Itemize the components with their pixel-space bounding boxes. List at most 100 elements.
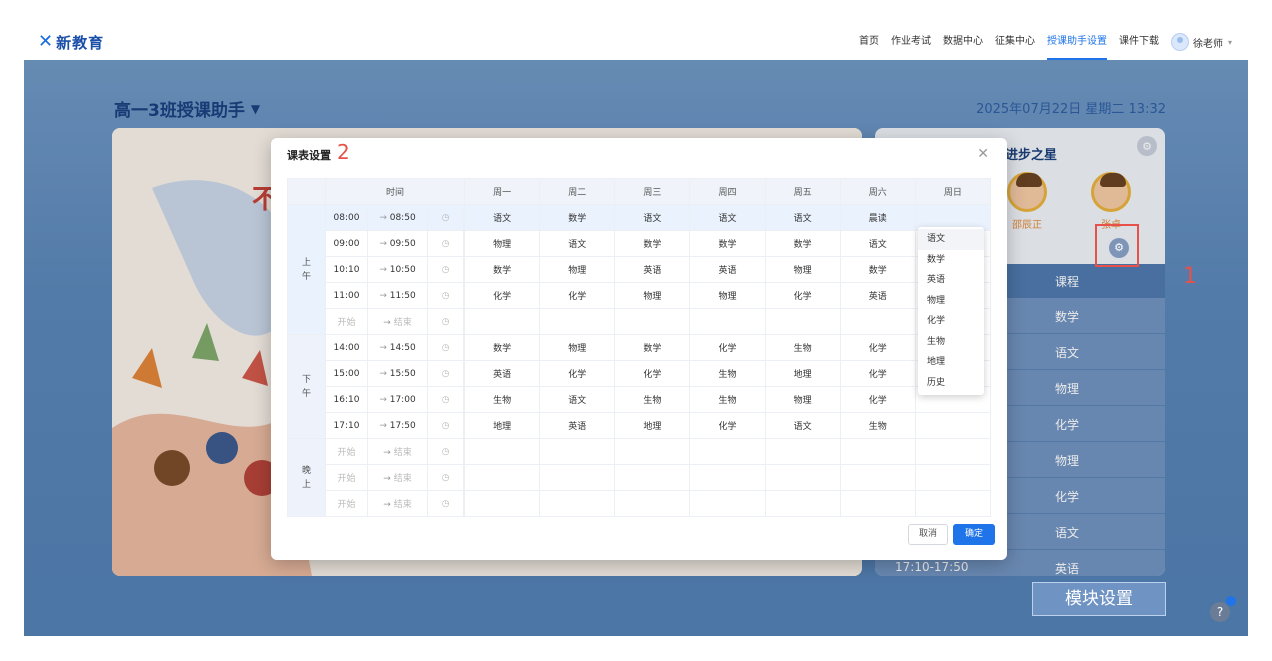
dropdown-option[interactable]: 化学	[918, 311, 984, 332]
subject-cell[interactable]: 化学	[839, 360, 916, 387]
subject-cell[interactable]: 化学	[689, 412, 766, 439]
subject-cell[interactable]: 语文	[689, 204, 766, 231]
subject-cell[interactable]	[614, 438, 691, 465]
start-time[interactable]: 15:00	[325, 360, 368, 387]
subject-cell[interactable]	[839, 308, 916, 335]
subject-cell[interactable]: 语文	[764, 412, 841, 439]
end-time[interactable]: → 17:00	[367, 386, 428, 413]
subject-cell[interactable]: 化学	[539, 360, 616, 387]
subject-cell[interactable]: 化学	[689, 334, 766, 361]
subject-cell[interactable]: 化学	[764, 282, 841, 309]
dropdown-option[interactable]: 地理	[918, 352, 984, 373]
subject-cell[interactable]: 生物	[689, 360, 766, 387]
subject-cell[interactable]	[463, 308, 541, 335]
nav-home[interactable]: 首页	[859, 24, 879, 60]
subject-cell[interactable]: 语文	[839, 230, 916, 257]
subject-cell[interactable]	[689, 490, 766, 517]
subject-cell[interactable]	[839, 464, 916, 491]
end-time[interactable]: → 14:50	[367, 334, 428, 361]
subject-cell[interactable]: 英语	[689, 256, 766, 283]
subject-cell[interactable]	[463, 490, 541, 517]
subject-cell[interactable]	[539, 464, 616, 491]
help-button[interactable]: ?	[1210, 602, 1230, 622]
subject-cell[interactable]: 物理	[539, 256, 616, 283]
subject-cell[interactable]	[914, 438, 992, 465]
subject-cell[interactable]: 化学	[839, 334, 916, 361]
start-time[interactable]: 08:00	[325, 204, 368, 231]
subject-cell[interactable]: 物理	[614, 282, 691, 309]
subject-cell[interactable]	[539, 438, 616, 465]
subject-cell[interactable]: 语文	[539, 230, 616, 257]
clock-icon[interactable]: ◷	[427, 464, 464, 491]
subject-cell[interactable]	[764, 308, 841, 335]
end-time[interactable]: → 11:50	[367, 282, 428, 309]
subject-cell[interactable]: 语文	[614, 204, 691, 231]
subject-cell[interactable]	[914, 464, 992, 491]
subject-cell[interactable]: 数学	[689, 230, 766, 257]
clock-icon[interactable]: ◷	[427, 360, 464, 387]
clock-icon[interactable]: ◷	[427, 256, 464, 283]
end-time[interactable]: → 09:50	[367, 230, 428, 257]
subject-cell[interactable]	[839, 438, 916, 465]
subject-cell[interactable]: 数学	[463, 334, 541, 361]
cancel-button[interactable]: 取消	[908, 524, 948, 545]
nav-courseware[interactable]: 课件下载	[1119, 24, 1159, 60]
end-time[interactable]: → 结束	[367, 490, 428, 517]
module-settings-button[interactable]: 模块设置	[1032, 582, 1166, 616]
subject-cell[interactable]	[463, 438, 541, 465]
end-time[interactable]: → 08:50	[367, 204, 428, 231]
clock-icon[interactable]: ◷	[427, 334, 464, 361]
user-menu[interactable]: 徐老师 ▾	[1170, 33, 1232, 51]
subject-cell[interactable]: 地理	[764, 360, 841, 387]
subject-cell[interactable]: 数学	[614, 334, 691, 361]
gear-icon[interactable]: ⚙	[1109, 238, 1129, 258]
start-time[interactable]: 14:00	[325, 334, 368, 361]
start-time[interactable]: 开始	[325, 490, 368, 517]
subject-cell[interactable]	[689, 438, 766, 465]
clock-icon[interactable]: ◷	[427, 308, 464, 335]
nav-homework[interactable]: 作业考试	[891, 24, 931, 60]
clock-icon[interactable]: ◷	[427, 412, 464, 439]
subject-cell[interactable]: 数学	[539, 204, 616, 231]
subject-cell[interactable]: 化学	[839, 386, 916, 413]
subject-cell[interactable]: 英语	[614, 256, 691, 283]
subject-cell[interactable]: 语文	[539, 386, 616, 413]
dropdown-option[interactable]: 物理	[918, 291, 984, 312]
subject-cell[interactable]: 生物	[614, 386, 691, 413]
subject-cell[interactable]: 英语	[463, 360, 541, 387]
subject-cell[interactable]	[764, 490, 841, 517]
subject-cell[interactable]	[689, 464, 766, 491]
subject-cell[interactable]: 英语	[539, 412, 616, 439]
clock-icon[interactable]: ◷	[427, 282, 464, 309]
subject-cell[interactable]: 化学	[463, 282, 541, 309]
subject-cell[interactable]: 语文	[764, 204, 841, 231]
subject-cell[interactable]	[614, 464, 691, 491]
subject-cell[interactable]: 生物	[463, 386, 541, 413]
subject-cell[interactable]: 数学	[463, 256, 541, 283]
subject-cell[interactable]	[764, 464, 841, 491]
subject-cell[interactable]: 晨读	[839, 204, 916, 231]
dropdown-option[interactable]: 生物	[918, 332, 984, 353]
start-time[interactable]: 开始	[325, 464, 368, 491]
subject-cell[interactable]: 生物	[764, 334, 841, 361]
subject-cell[interactable]	[539, 308, 616, 335]
subject-cell[interactable]: 物理	[764, 386, 841, 413]
nav-collection[interactable]: 征集中心	[995, 24, 1035, 60]
subject-cell[interactable]: 化学	[539, 282, 616, 309]
subject-cell[interactable]: 地理	[463, 412, 541, 439]
end-time[interactable]: → 结束	[367, 464, 428, 491]
start-time[interactable]: 17:10	[325, 412, 368, 439]
subject-cell[interactable]: 物理	[689, 282, 766, 309]
start-time[interactable]: 10:10	[325, 256, 368, 283]
end-time[interactable]: → 17:50	[367, 412, 428, 439]
subject-cell[interactable]	[914, 490, 992, 517]
nav-data-center[interactable]: 数据中心	[943, 24, 983, 60]
dropdown-option[interactable]: 历史	[918, 373, 984, 394]
end-time[interactable]: → 10:50	[367, 256, 428, 283]
subject-cell[interactable]	[614, 308, 691, 335]
dropdown-option[interactable]: 英语	[918, 270, 984, 291]
start-time[interactable]: 开始	[325, 438, 368, 465]
start-time[interactable]: 11:00	[325, 282, 368, 309]
subject-cell[interactable]: 数学	[839, 256, 916, 283]
subject-cell[interactable]	[463, 464, 541, 491]
